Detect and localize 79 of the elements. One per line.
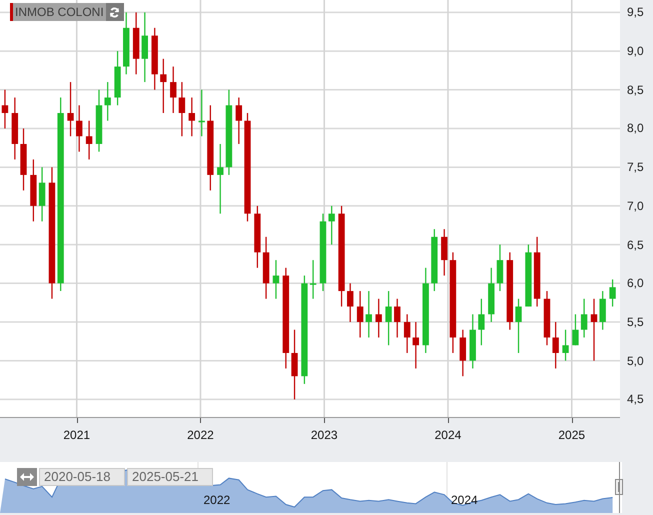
candle	[404, 314, 410, 353]
candle	[272, 260, 280, 299]
candle	[236, 98, 242, 144]
candle	[86, 120, 92, 160]
instrument-name: INMOB COLONI	[14, 4, 105, 21]
candle	[142, 12, 148, 82]
candle	[262, 236, 270, 299]
candle	[394, 298, 400, 338]
candle	[470, 314, 476, 368]
candle	[488, 268, 494, 322]
candle	[2, 90, 8, 128]
double-arrow-icon	[20, 473, 34, 481]
candle	[441, 229, 448, 276]
start-date-field[interactable]: 2020-05-18	[39, 468, 125, 486]
candle	[552, 322, 559, 368]
candle	[198, 90, 205, 136]
candle	[152, 28, 158, 90]
candle	[544, 291, 550, 346]
y-axis-label: 9,0	[627, 44, 644, 58]
y-axis-label: 9,5	[627, 5, 644, 20]
candle	[562, 330, 569, 361]
candle	[609, 279, 616, 307]
refresh-button[interactable]	[106, 3, 124, 21]
candle	[460, 330, 466, 376]
candle	[347, 283, 354, 322]
candle	[412, 322, 419, 368]
candle	[30, 159, 37, 222]
candle	[375, 298, 382, 338]
candle	[104, 82, 111, 121]
x-axis-label: 2023	[310, 428, 339, 442]
candle	[114, 51, 121, 106]
y-axis-label: 8,5	[627, 82, 644, 97]
candle	[431, 229, 438, 292]
candle	[217, 144, 224, 214]
y-axis-label: 5,5	[627, 315, 644, 329]
y-axis-label: 5,0	[627, 354, 644, 368]
refresh-icon	[109, 6, 120, 18]
candle	[599, 291, 606, 330]
candle	[366, 291, 372, 338]
candle	[38, 167, 46, 222]
candle	[160, 58, 167, 114]
x-axis-label: 2022	[186, 428, 215, 442]
y-axis-label: 6,5	[627, 238, 644, 252]
candle	[496, 244, 504, 292]
y-axis-label: 4,5	[627, 392, 644, 406]
candle	[132, 12, 140, 74]
candle	[170, 66, 176, 114]
x-axis-label: 2025	[557, 428, 586, 442]
candle	[572, 314, 579, 346]
y-axis-label: 8,0	[627, 121, 644, 136]
candle	[478, 298, 485, 346]
candle	[385, 291, 392, 346]
range-button[interactable]	[17, 468, 37, 486]
candle	[291, 330, 298, 400]
candle	[515, 298, 522, 353]
x-axis-label: 2021	[62, 428, 92, 442]
y-axis-label: 7,0	[627, 198, 644, 213]
candle	[188, 98, 196, 136]
candle	[580, 298, 588, 338]
candle	[178, 82, 186, 136]
end-date-field[interactable]: 2025-05-21	[127, 468, 213, 486]
candle	[123, 12, 130, 74]
navigator-year-label: 2022	[203, 493, 230, 507]
candle	[67, 82, 74, 136]
x-axis-label: 2024	[434, 428, 462, 442]
candle	[96, 90, 102, 152]
candle	[310, 260, 316, 299]
navigator-year-label: 2024	[450, 493, 478, 507]
candle	[254, 206, 261, 268]
candle	[328, 206, 335, 245]
y-axis-label: 6,0	[627, 276, 644, 290]
candle	[590, 298, 598, 361]
candle	[20, 128, 27, 190]
candle	[12, 98, 18, 160]
candle	[356, 291, 364, 338]
candle	[534, 236, 540, 307]
candle	[76, 105, 82, 152]
y-axis-label: 7,5	[627, 160, 644, 174]
candle	[525, 244, 532, 307]
